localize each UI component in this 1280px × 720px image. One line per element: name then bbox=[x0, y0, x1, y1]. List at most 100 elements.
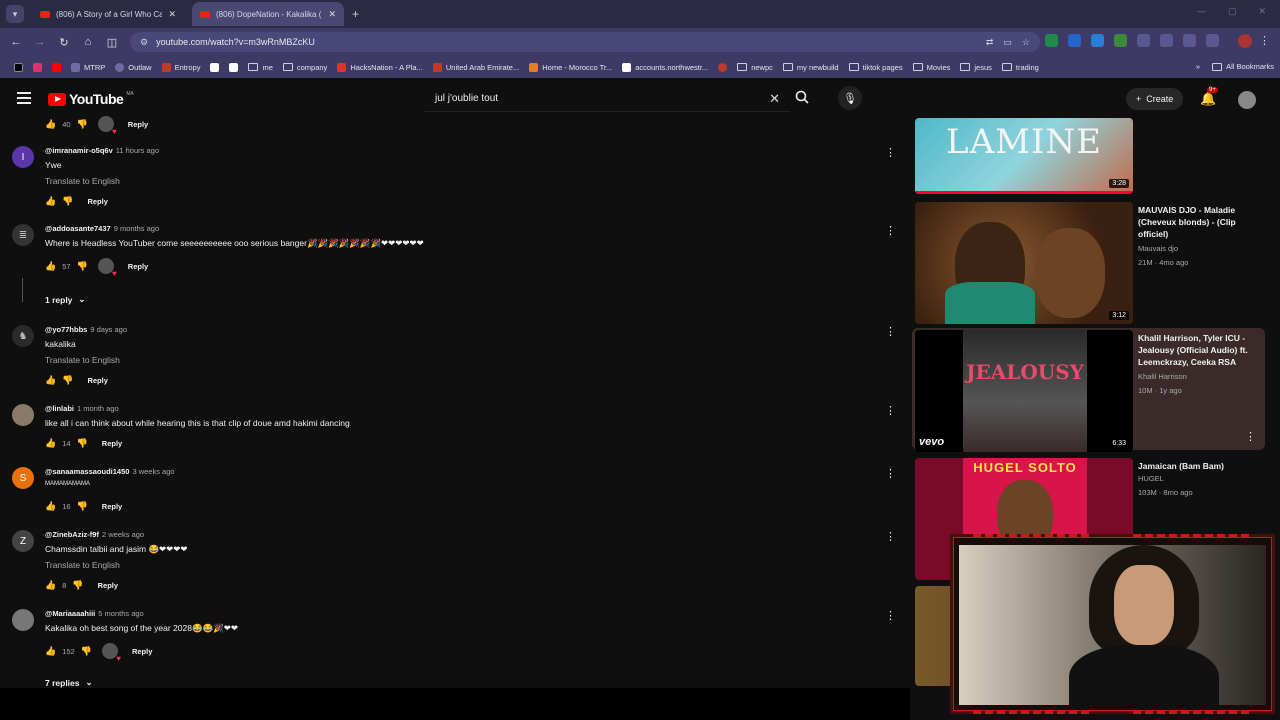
comment-menu-icon[interactable]: ⋮ bbox=[885, 224, 896, 237]
cast-icon[interactable]: ▭ bbox=[1003, 37, 1012, 48]
like-icon[interactable]: 👍 bbox=[45, 501, 56, 512]
comment-menu-icon[interactable]: ⋮ bbox=[885, 467, 896, 480]
bookmark-folder-me[interactable]: me bbox=[248, 63, 273, 72]
avatar[interactable]: I bbox=[12, 146, 34, 168]
comment-author[interactable]: @ZinebAziz-f9f bbox=[45, 530, 99, 539]
bookmark-uae[interactable]: United Arab Emirate... bbox=[432, 62, 519, 72]
like-icon[interactable]: 👍 bbox=[45, 119, 56, 130]
comment-time[interactable]: 1 month ago bbox=[77, 404, 119, 413]
avatar[interactable]: S bbox=[12, 467, 34, 489]
create-button[interactable]: + Create bbox=[1126, 88, 1184, 110]
comment-time[interactable]: 11 hours ago bbox=[116, 146, 159, 155]
reply-button[interactable]: Reply bbox=[87, 197, 107, 206]
dislike-icon[interactable]: 👎 bbox=[81, 646, 92, 657]
close-tab-icon[interactable]: ✕ bbox=[168, 9, 176, 20]
more-bookmarks-icon[interactable]: » bbox=[1196, 62, 1200, 71]
close-tab-icon[interactable]: ✕ bbox=[328, 9, 336, 20]
extension-icon[interactable] bbox=[1091, 34, 1104, 47]
video-title[interactable]: Jamaican (Bam Bam) bbox=[1138, 460, 1263, 472]
bookmark-entropy[interactable]: Entropy bbox=[161, 62, 200, 72]
like-icon[interactable]: 👍 bbox=[45, 580, 56, 591]
extension-icon[interactable] bbox=[1045, 34, 1058, 47]
new-tab-icon[interactable]: + bbox=[352, 7, 359, 21]
voice-search-icon[interactable]: 🎙 bbox=[838, 86, 862, 110]
browser-menu-icon[interactable]: ⋮ bbox=[1259, 34, 1270, 47]
home-icon[interactable]: ⌂ bbox=[76, 36, 100, 48]
dislike-icon[interactable]: 👎 bbox=[77, 501, 88, 512]
bookmark-morocco[interactable]: Home - Morocco Tr... bbox=[529, 62, 612, 72]
translate-icon[interactable]: ⇄ bbox=[986, 37, 994, 48]
video-title[interactable]: Khalil Harrison, Tyler ICU - Jealousy (O… bbox=[1138, 332, 1263, 368]
reply-button[interactable]: Reply bbox=[132, 647, 152, 656]
translate-link[interactable]: Translate to English bbox=[45, 560, 120, 570]
tab-search-icon[interactable]: ▾ bbox=[6, 5, 24, 23]
video-title[interactable]: MAUVAIS DJO - Maladie (Cheveux blonds) -… bbox=[1138, 204, 1263, 240]
like-icon[interactable]: 👍 bbox=[45, 646, 56, 657]
dislike-icon[interactable]: 👎 bbox=[77, 119, 88, 130]
comment-time[interactable]: 2 weeks ago bbox=[102, 530, 144, 539]
video-thumbnail[interactable]: 3:12 bbox=[915, 202, 1133, 324]
reply-button[interactable]: Reply bbox=[102, 439, 122, 448]
dislike-icon[interactable]: 👎 bbox=[77, 261, 88, 272]
reply-button[interactable]: Reply bbox=[102, 502, 122, 511]
bookmark-folder-newpc[interactable]: newpc bbox=[737, 63, 773, 72]
extension-icon[interactable] bbox=[1183, 34, 1196, 47]
like-icon[interactable]: 👍 bbox=[45, 438, 56, 449]
split-view-icon[interactable]: ◫ bbox=[100, 36, 124, 49]
reply-button[interactable]: Reply bbox=[87, 376, 107, 385]
like-icon[interactable]: 👍 bbox=[45, 196, 56, 207]
bookmark-hacksnation[interactable]: HacksNation - A Pla... bbox=[337, 62, 423, 72]
avatar[interactable]: ≣ bbox=[12, 224, 34, 246]
puzzle-icon[interactable] bbox=[1137, 34, 1150, 47]
comment-time[interactable]: 9 months ago bbox=[114, 224, 159, 233]
reload-icon[interactable]: ↻ bbox=[52, 36, 76, 49]
video-thumbnail[interactable]: JEALOUSY vevo 6:33 bbox=[915, 330, 1133, 452]
comment-menu-icon[interactable]: ⋮ bbox=[885, 404, 896, 417]
reply-button[interactable]: Reply bbox=[128, 262, 148, 271]
channel-name[interactable]: HUGEL bbox=[1138, 474, 1164, 483]
close-window-icon[interactable]: ✕ bbox=[1258, 6, 1266, 17]
comment-author[interactable]: @addoasante7437 bbox=[45, 224, 111, 233]
bookmark[interactable] bbox=[52, 62, 61, 72]
video-thumbnail[interactable]: LAMINE 3:28 bbox=[915, 118, 1133, 194]
comment-author[interactable]: @linlabi bbox=[45, 404, 74, 413]
bookmark[interactable] bbox=[210, 62, 220, 72]
site-info-icon[interactable]: ⚙ bbox=[140, 37, 148, 48]
bookmark-mtrp[interactable]: MTRP bbox=[71, 62, 105, 72]
url-bar[interactable]: ⚙ youtube.com/watch?v=m3wRnMBZcKU ⇄ ▭ ☆ bbox=[130, 32, 1040, 52]
replies-toggle[interactable]: 7 replies ⌄ bbox=[45, 677, 93, 688]
channel-name[interactable]: Mauvais djo bbox=[1138, 244, 1178, 253]
comment-author[interactable]: @sanaamassaoudi1450 bbox=[45, 467, 129, 476]
profile-avatar[interactable] bbox=[1238, 34, 1252, 48]
extension-icon[interactable] bbox=[1206, 34, 1219, 47]
comment-time[interactable]: 9 days ago bbox=[90, 325, 127, 334]
menu-icon[interactable] bbox=[17, 92, 31, 107]
dislike-icon[interactable]: 👎 bbox=[77, 438, 88, 449]
comment-time[interactable]: 5 months ago bbox=[98, 609, 143, 618]
bookmark-folder-movies[interactable]: Movies bbox=[912, 63, 950, 72]
search-icon[interactable] bbox=[795, 90, 809, 107]
comment-menu-icon[interactable]: ⋮ bbox=[885, 530, 896, 543]
comment-menu-icon[interactable]: ⋮ bbox=[885, 325, 896, 338]
bookmark-folder-mynewbuild[interactable]: my newbuild bbox=[782, 63, 839, 72]
comment-menu-icon[interactable]: ⋮ bbox=[885, 146, 896, 159]
youtube-logo[interactable]: YouTube MA bbox=[48, 91, 134, 107]
forward-icon[interactable]: → bbox=[28, 36, 52, 48]
dislike-icon[interactable]: 👎 bbox=[72, 580, 83, 591]
reply-button[interactable]: Reply bbox=[128, 120, 148, 129]
avatar[interactable]: ♞ bbox=[12, 325, 34, 347]
back-icon[interactable]: ← bbox=[4, 36, 28, 48]
avatar[interactable]: Z bbox=[12, 530, 34, 552]
clear-search-icon[interactable]: ✕ bbox=[769, 91, 780, 107]
bookmark[interactable] bbox=[33, 62, 42, 72]
dislike-icon[interactable]: 👎 bbox=[62, 375, 73, 386]
translate-link[interactable]: Translate to English bbox=[45, 176, 120, 186]
bookmark-folder-company[interactable]: company bbox=[282, 63, 327, 72]
comment-menu-icon[interactable]: ⋮ bbox=[885, 609, 896, 622]
reply-button[interactable]: Reply bbox=[98, 581, 118, 590]
translate-link[interactable]: Translate to English bbox=[45, 355, 120, 365]
browser-tab-active[interactable]: (806) DopeNation - Kakalika (M ✕ bbox=[192, 2, 344, 26]
avatar[interactable] bbox=[1238, 91, 1256, 109]
minimize-icon[interactable]: — bbox=[1197, 6, 1206, 17]
bookmark-folder-tiktok[interactable]: tiktok pages bbox=[848, 63, 903, 72]
